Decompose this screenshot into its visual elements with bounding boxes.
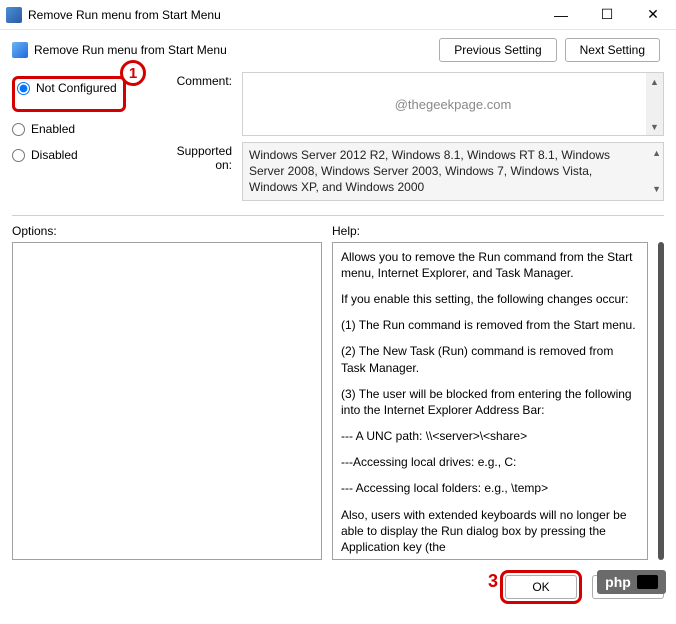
comment-scrollbar[interactable]: ▲ ▼ [646,73,663,135]
top-section: Not Configured Enabled Disabled Comment:… [12,72,664,207]
help-text: ---Accessing local drives: e.g., C: [341,454,639,470]
radio-disabled[interactable]: Disabled [12,148,162,162]
highlight-ok: OK [500,570,582,604]
supported-row: Supported on: Windows Server 2012 R2, Wi… [162,142,664,201]
comment-textarea[interactable]: @thegeekpage.com ▲ ▼ [242,72,664,136]
supported-on-box: Windows Server 2012 R2, Windows 8.1, Win… [242,142,664,201]
window-title: Remove Run menu from Start Menu [28,8,538,22]
radio-enabled-input[interactable] [12,123,25,136]
comment-label: Comment: [162,72,242,136]
app-icon [6,7,22,23]
help-label: Help: [332,224,360,238]
close-button[interactable]: ✕ [630,0,676,30]
supported-label: Supported on: [162,142,242,201]
nav-buttons: Previous Setting Next Setting [439,38,660,62]
radio-enabled-label: Enabled [31,122,75,136]
ok-button[interactable]: OK [505,575,577,599]
php-badge-black [637,575,658,589]
minimize-button[interactable]: — [538,0,584,30]
fields-column: Comment: @thegeekpage.com ▲ ▼ Supported … [162,72,664,207]
help-text: --- A UNC path: \\<server>\<share> [341,428,639,444]
divider [12,215,664,216]
php-badge: php [597,570,666,594]
mid-labels: Options: Help: [12,224,664,238]
supported-text: Windows Server 2012 R2, Windows 8.1, Win… [249,148,610,194]
radio-disabled-label: Disabled [31,148,78,162]
supported-scroll-down-icon[interactable]: ▼ [652,181,661,198]
panes: Allows you to remove the Run command fro… [12,242,664,560]
supported-scroll-up-icon[interactable]: ▲ [652,145,661,162]
help-text: (2) The New Task (Run) command is remove… [341,343,639,375]
policy-icon [12,42,28,58]
options-pane [12,242,322,560]
policy-title: Remove Run menu from Start Menu [34,43,439,57]
header-row: Remove Run menu from Start Menu Previous… [12,38,664,62]
php-badge-text: php [605,574,631,590]
radio-enabled[interactable]: Enabled [12,122,162,136]
help-text: Also, users with extended keyboards will… [341,507,639,556]
help-text: (3) The user will be blocked from enteri… [341,386,639,418]
scroll-up-icon[interactable]: ▲ [646,73,663,90]
state-radios: Not Configured Enabled Disabled [12,72,162,207]
radio-not-configured[interactable]: Not Configured [17,81,117,95]
radio-disabled-input[interactable] [12,149,25,162]
footer: OK Cancel php [0,560,676,604]
previous-setting-button[interactable]: Previous Setting [439,38,556,62]
window-controls: — ☐ ✕ [538,0,676,30]
content-area: Remove Run menu from Start Menu Previous… [0,30,676,560]
options-label: Options: [12,224,332,238]
help-text: Allows you to remove the Run command fro… [341,249,639,281]
help-text: (1) The Run command is removed from the … [341,317,639,333]
maximize-button[interactable]: ☐ [584,0,630,30]
radio-not-configured-label: Not Configured [36,81,117,95]
scroll-down-icon[interactable]: ▼ [646,118,663,135]
titlebar: Remove Run menu from Start Menu — ☐ ✕ [0,0,676,30]
callout-1: 1 [120,60,146,86]
page-scrollbar[interactable] [658,242,664,560]
help-text: If you enable this setting, the followin… [341,291,639,307]
radio-not-configured-input[interactable] [17,82,30,95]
highlight-not-configured: Not Configured [12,76,126,112]
comment-watermark: @thegeekpage.com [395,97,512,112]
help-text: --- Accessing local folders: e.g., \temp… [341,480,639,496]
comment-row: Comment: @thegeekpage.com ▲ ▼ [162,72,664,136]
next-setting-button[interactable]: Next Setting [565,38,660,62]
help-pane[interactable]: Allows you to remove the Run command fro… [332,242,648,560]
callout-3: 3 [480,568,506,594]
